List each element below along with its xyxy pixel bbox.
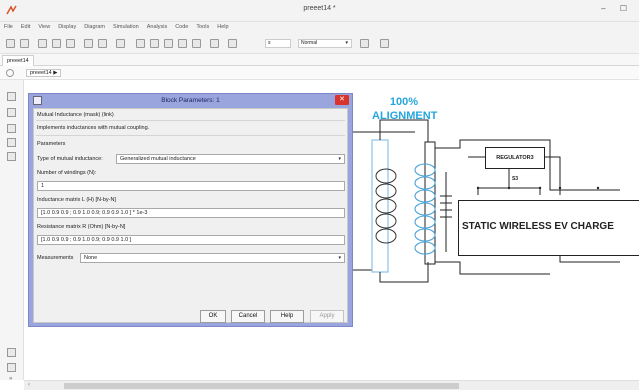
model-tab-bar: preeet14 — [0, 54, 639, 66]
menu-view[interactable]: View — [34, 22, 54, 30]
record-icon[interactable] — [210, 39, 219, 48]
arrow-icon[interactable] — [7, 124, 16, 133]
scrollbar-thumb[interactable] — [64, 383, 459, 389]
menu-tools[interactable]: Tools — [192, 22, 213, 30]
breadcrumb-bar: preeet14 ▶ — [0, 66, 639, 80]
dialog-body: Mutual Inductance (mask) (link) Implemen… — [33, 108, 348, 323]
model-advisor-icon[interactable] — [360, 39, 369, 48]
divider — [36, 135, 345, 136]
stop-time-input[interactable]: s — [265, 39, 291, 48]
title-bar: preeet14 * – ☐ — [0, 0, 639, 22]
new-model-icon[interactable] — [6, 39, 15, 48]
mutual-inductance-type-select[interactable]: Generalized mutual inductance ▾ — [116, 154, 345, 164]
tab-model[interactable]: preeet14 — [2, 55, 34, 66]
measurements-value: None — [84, 255, 98, 261]
mutual-inductance-type-label: Type of mutual inductance: — [37, 156, 103, 162]
forward-icon[interactable] — [52, 39, 61, 48]
stop-icon[interactable] — [192, 39, 201, 48]
resistance-matrix-input[interactable]: [1.0 0.9 0.9 ; 0.9 1.0 0.9; 0.9 0.9 1.0 … — [37, 235, 345, 245]
windings-input[interactable]: 1 — [37, 181, 345, 191]
regulator-sublabel: S3 — [511, 176, 519, 182]
hide-explorer-icon[interactable] — [6, 69, 14, 77]
chevron-down-icon: ▾ — [345, 40, 348, 46]
horizontal-scrollbar[interactable]: ‹ — [24, 380, 639, 390]
breadcrumb[interactable]: preeet14 ▶ — [26, 69, 62, 77]
menu-file[interactable]: File — [0, 22, 17, 30]
model-explorer-icon[interactable] — [116, 39, 125, 48]
help-button[interactable]: Help — [270, 310, 304, 323]
up-icon[interactable] — [66, 39, 75, 48]
charger-label: STATIC WIRELESS EV CHARGE — [462, 221, 614, 232]
menu-code[interactable]: Code — [171, 22, 192, 30]
annotation-icon[interactable] — [7, 138, 16, 147]
menu-analysis[interactable]: Analysis — [143, 22, 171, 30]
simulation-mode-value: Normal — [301, 40, 318, 46]
settings-gear-icon[interactable] — [98, 39, 107, 48]
step-icon[interactable] — [150, 39, 159, 48]
library-browser-icon[interactable] — [84, 39, 93, 48]
measurements-select[interactable]: None ▾ — [80, 253, 345, 263]
zoom-icon[interactable] — [7, 92, 16, 101]
dialog-title-bar[interactable]: Block Parameters: 1 ✕ — [29, 94, 352, 108]
block-parameters-dialog: Block Parameters: 1 ✕ Mutual Inductance … — [28, 93, 353, 327]
regulator-block[interactable]: REGULATOR3 — [485, 147, 545, 169]
alignment-label: ALIGNMENT — [372, 110, 438, 122]
block-type-label: Mutual Inductance (mask) (link) — [37, 112, 114, 118]
alignment-percent: 100% — [389, 96, 419, 108]
ok-button[interactable]: OK — [200, 310, 226, 323]
model-browser-icon[interactable] — [7, 348, 16, 357]
data-inspector-icon[interactable] — [380, 39, 389, 48]
alignment-annotation: 100% ALIGNMENT — [372, 95, 438, 123]
charger-subsystem-block[interactable]: STATIC WIRELESS EV CHARGE — [458, 200, 639, 256]
scope-icon[interactable] — [228, 39, 237, 48]
dialog-title: Block Parameters: 1 — [161, 97, 220, 104]
window-controls[interactable]: – ☐ — [601, 4, 633, 13]
menu-display[interactable]: Display — [54, 22, 80, 30]
chevron-down-icon: ▾ — [338, 156, 341, 162]
close-icon[interactable]: ✕ — [335, 95, 349, 105]
resistance-matrix-label: Resistance matrix R (Ohm) [N-by-N] — [37, 224, 126, 230]
menu-edit[interactable]: Edit — [17, 22, 34, 30]
toolbar: s Normal ▾ — [0, 34, 639, 54]
step-forward-icon[interactable] — [178, 39, 187, 48]
step-back-icon[interactable] — [136, 39, 145, 48]
back-icon[interactable] — [38, 39, 47, 48]
open-icon[interactable] — [20, 39, 29, 48]
chevron-down-icon: ▾ — [338, 255, 341, 261]
inductance-matrix-label: Inductance matrix L (H) [N-by-N] — [37, 197, 116, 203]
parameters-heading: Parameters — [37, 141, 66, 147]
properties-icon[interactable] — [7, 363, 16, 372]
left-palette: » — [0, 80, 24, 382]
apply-button[interactable]: Apply — [310, 310, 344, 323]
divider — [36, 120, 345, 121]
simulation-mode-select[interactable]: Normal ▾ — [298, 39, 352, 48]
run-icon[interactable] — [164, 39, 173, 48]
inductance-matrix-input[interactable]: [1.0 0.9 0.9 ; 0.9 1.0 0.9; 0.9 0.9 1.0 … — [37, 208, 345, 218]
fit-view-icon[interactable] — [7, 108, 16, 117]
menu-diagram[interactable]: Diagram — [80, 22, 109, 30]
image-icon[interactable] — [7, 152, 16, 161]
menu-help[interactable]: Help — [213, 22, 232, 30]
scroll-left-icon[interactable]: ‹ — [28, 382, 30, 388]
simulink-window: preeet14 * – ☐ File Edit View Display Diagra… — [0, 0, 639, 390]
primary-coil — [375, 168, 397, 244]
block-description: Implements inductances with mutual coupl… — [37, 125, 150, 131]
measurements-label: Measurements — [37, 255, 74, 261]
expand-icon[interactable]: » — [9, 376, 12, 382]
menu-bar: File Edit View Display Diagram Simulation Anal… — [0, 22, 639, 34]
menu-simulation[interactable]: Simulation — [109, 22, 143, 30]
window-title: preeet14 * — [303, 5, 336, 12]
mutual-inductance-type-value: Generalized mutual inductance — [120, 156, 196, 162]
cancel-button[interactable]: Cancel — [231, 310, 265, 323]
windings-label: Number of windings (N): — [37, 170, 97, 176]
